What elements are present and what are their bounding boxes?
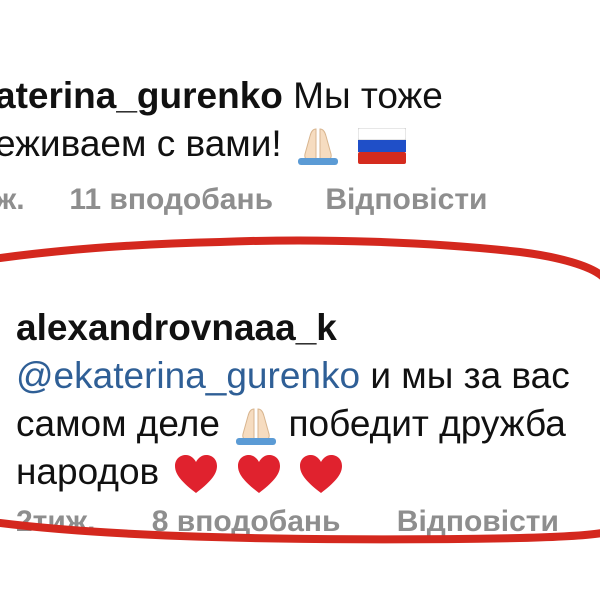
comment-username[interactable]: aterina_gurenko	[0, 75, 283, 116]
heart-icon	[300, 455, 343, 494]
comments-screenshot: aterina_gurenko Мы тоже еживаем с вами! …	[0, 0, 600, 600]
comment-2-line-1: @ekaterina_gurenko и мы за вас	[16, 352, 600, 400]
comment-text: и мы за вас	[360, 355, 570, 396]
comment-2-meta: 2тиж. 8 вподобань Відповісти	[16, 505, 559, 539]
comment-2-line-3: народов	[16, 448, 600, 496]
likes-count-link[interactable]: 8 вподобань	[152, 505, 341, 539]
comment-text: Мы тоже	[293, 75, 443, 116]
comment-text: победит дружба	[288, 403, 566, 444]
comment-1-meta: ж. 11 вподобань Відповісти	[0, 183, 487, 217]
likes-count-link[interactable]: 11 вподобань	[69, 183, 273, 217]
comment-ekaterina: aterina_gurenko Мы тоже еживаем с вами!	[0, 72, 600, 168]
comment-2-line-2: самом деле победит дружба	[16, 400, 600, 448]
comment-text: народов	[16, 451, 170, 492]
comment-1-line-2: еживаем с вами!	[0, 120, 600, 168]
reply-button[interactable]: Відповісти	[397, 505, 559, 539]
comment-1-line-1: aterina_gurenko Мы тоже	[0, 72, 600, 120]
upper-red-line	[0, 236, 600, 280]
praying-hands-icon	[297, 128, 338, 166]
comment-text: самом деле	[16, 403, 231, 444]
praying-hands-icon	[236, 408, 277, 446]
comment-username[interactable]: alexandrovnaaa_k	[16, 307, 337, 348]
heart-icon	[175, 455, 218, 494]
reply-button[interactable]: Відповісти	[325, 183, 487, 217]
comment-time: 2тиж.	[16, 505, 96, 538]
heart-icon	[237, 455, 280, 494]
comment-alexandrovnaaa: alexandrovnaaa_k @ekaterina_gurenko и мы…	[16, 304, 600, 496]
comment-2-username-line: alexandrovnaaa_k	[16, 304, 600, 352]
comment-text: еживаем с вами!	[0, 123, 282, 164]
comment-time: ж.	[0, 183, 25, 216]
russia-flag-icon	[358, 128, 407, 165]
mention-link[interactable]: @ekaterina_gurenko	[16, 355, 360, 396]
